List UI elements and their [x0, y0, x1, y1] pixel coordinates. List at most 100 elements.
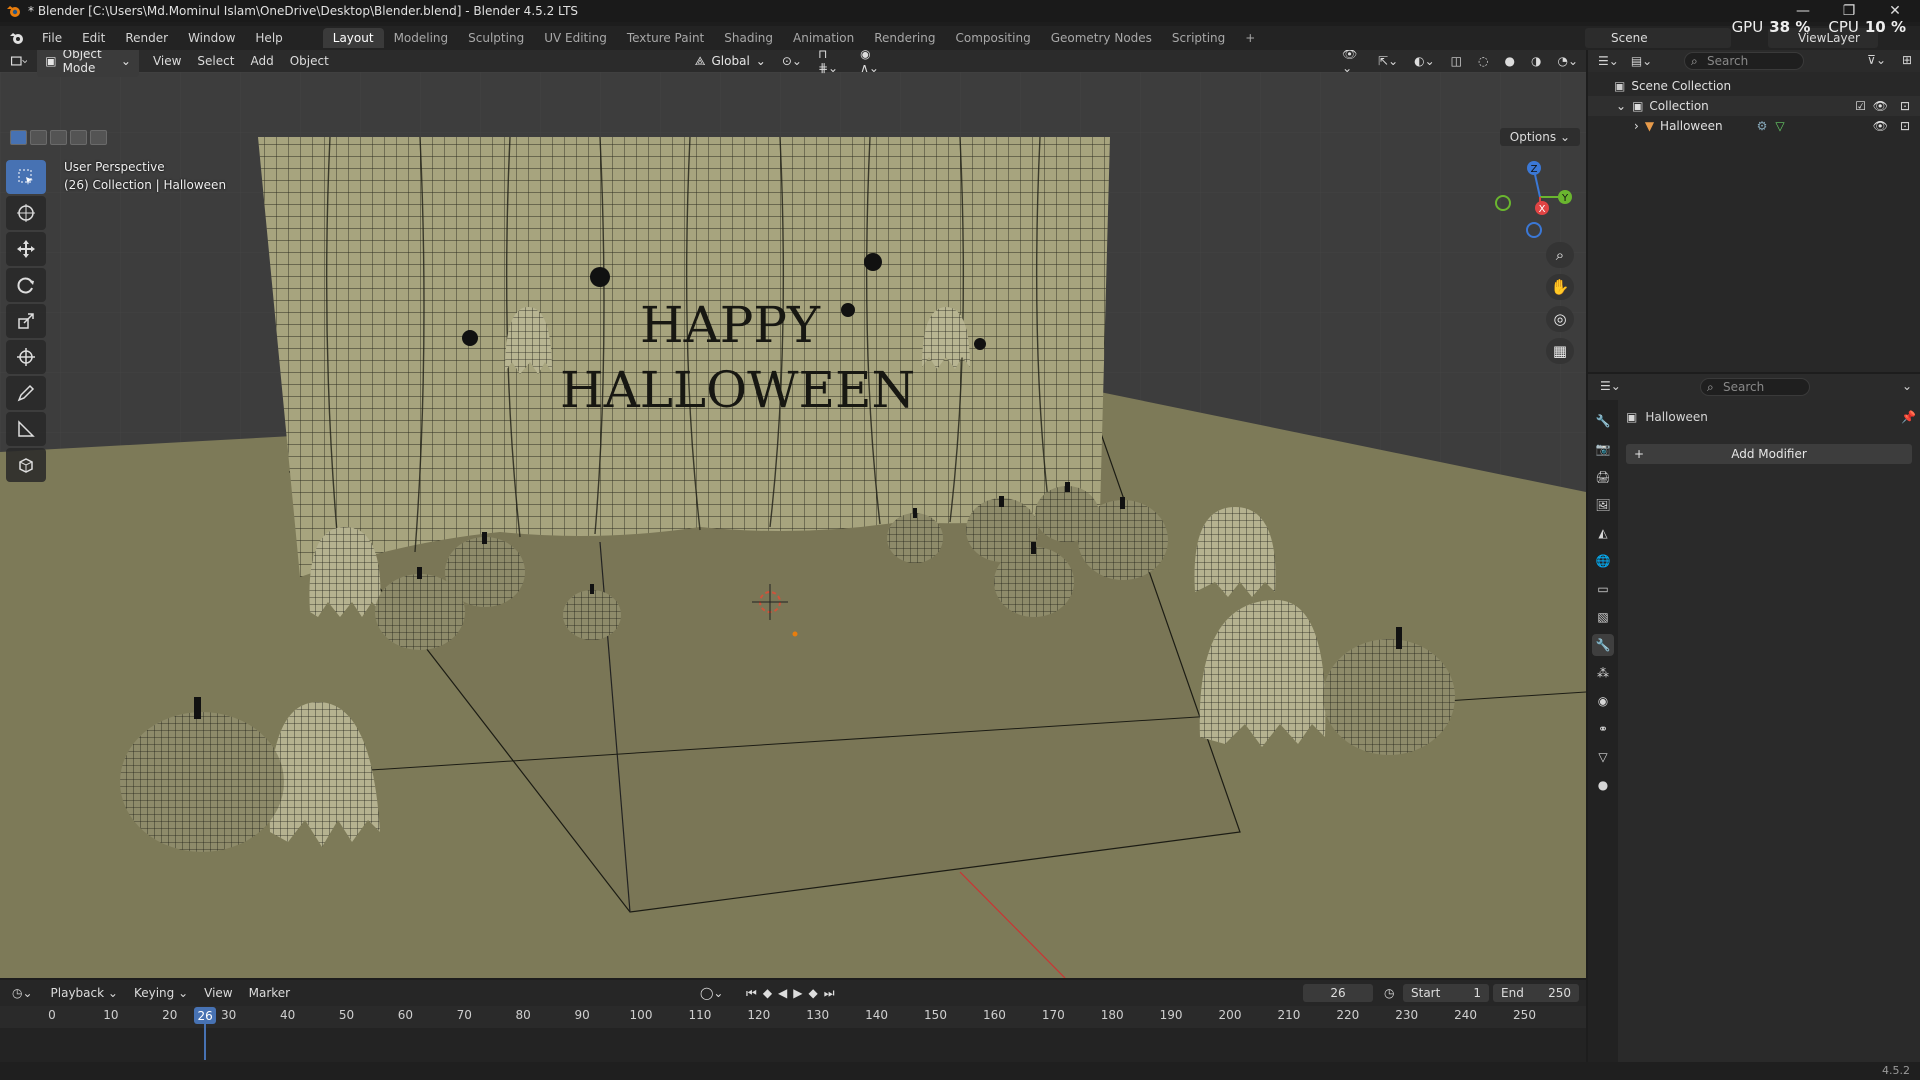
- timeline-editor-type-icon[interactable]: ◷⌄: [12, 986, 33, 1000]
- data-tab-icon[interactable]: ▽: [1592, 746, 1614, 768]
- editor-type-icon[interactable]: [10, 53, 28, 69]
- menu-keying[interactable]: Keying ⌄: [126, 986, 196, 1000]
- tab-sculpting[interactable]: Sculpting: [458, 28, 534, 48]
- preview-range-icon[interactable]: ◷: [1384, 986, 1394, 1000]
- mesh-data-icon[interactable]: ▽: [1775, 119, 1784, 133]
- cursor-tool[interactable]: [6, 196, 46, 230]
- particles-tab-icon[interactable]: ⁂: [1592, 662, 1614, 684]
- tab-modeling[interactable]: Modeling: [384, 28, 459, 48]
- overlay-toggle-icon[interactable]: ◐⌄: [1406, 54, 1443, 68]
- select-invert-icon[interactable]: [70, 130, 87, 145]
- pan-hand-icon[interactable]: ✋: [1546, 274, 1574, 300]
- camera-render-icon[interactable]: ⊡: [1900, 119, 1910, 133]
- gizmo-toggle-icon[interactable]: ⇱⌄: [1370, 54, 1406, 68]
- shading-material-icon[interactable]: ◑: [1523, 54, 1549, 68]
- proportional-editing-icon[interactable]: ◉ ∧⌄: [852, 50, 894, 75]
- tab-scripting[interactable]: Scripting: [1162, 28, 1235, 48]
- next-keyframe-icon[interactable]: ◆: [809, 986, 824, 1000]
- timeline-track[interactable]: [0, 1028, 1586, 1062]
- tab-texture-paint[interactable]: Texture Paint: [617, 28, 714, 48]
- move-tool[interactable]: [6, 232, 46, 266]
- tab-rendering[interactable]: Rendering: [864, 28, 945, 48]
- play-icon[interactable]: ▶: [793, 986, 808, 1000]
- tab-uv-editing[interactable]: UV Editing: [534, 28, 617, 48]
- world-tab-icon[interactable]: 🌐: [1592, 550, 1614, 572]
- menu-view[interactable]: View: [145, 54, 189, 68]
- eye-icon[interactable]: 👁: [1873, 119, 1888, 133]
- exclude-checkbox[interactable]: ☑: [1855, 99, 1866, 113]
- tab-shading[interactable]: Shading: [714, 28, 783, 48]
- select-box-tool[interactable]: [6, 160, 46, 194]
- pivot-point-icon[interactable]: ⊙⌄: [774, 54, 810, 68]
- add-cube-tool[interactable]: [6, 448, 46, 482]
- filter-icon[interactable]: ⊽⌄: [1867, 53, 1886, 67]
- current-frame-field[interactable]: 26: [1303, 984, 1373, 1002]
- menu-window[interactable]: Window: [178, 31, 245, 45]
- menu-object[interactable]: Object: [282, 54, 337, 68]
- select-new-icon[interactable]: [10, 130, 27, 145]
- expand-chevron-down-icon[interactable]: ⌄: [1616, 99, 1626, 113]
- jump-end-icon[interactable]: ⏭: [824, 986, 841, 1000]
- options-dropdown[interactable]: Options ⌄: [1499, 128, 1580, 146]
- tab-compositing[interactable]: Compositing: [945, 28, 1040, 48]
- properties-editor-type-icon[interactable]: ☰⌄: [1600, 379, 1621, 393]
- tool-tab-icon[interactable]: 🔧: [1592, 410, 1614, 432]
- auto-keying-icon[interactable]: ◯⌄: [700, 986, 723, 1000]
- add-workspace-button[interactable]: +: [1235, 28, 1265, 48]
- outliner-editor-type-icon[interactable]: ☰⌄: [1598, 54, 1619, 68]
- select-intersect-icon[interactable]: [90, 130, 107, 145]
- viewport-scene[interactable]: HAPPY HALLOWEEN Z Y X: [0, 72, 1586, 978]
- collection-tab-icon[interactable]: ▭: [1592, 578, 1614, 600]
- xray-toggle-icon[interactable]: ◫: [1443, 54, 1470, 68]
- menu-select[interactable]: Select: [189, 54, 242, 68]
- outliner-row-scene-collection[interactable]: ▣ Scene Collection: [1588, 76, 1920, 96]
- view-layer-tab-icon[interactable]: 🖼: [1592, 494, 1614, 516]
- blender-menu-icon[interactable]: [8, 30, 26, 46]
- eye-icon[interactable]: 👁: [1873, 99, 1888, 113]
- end-frame-field[interactable]: End 250: [1493, 984, 1579, 1002]
- object-tab-icon[interactable]: ▧: [1592, 606, 1614, 628]
- properties-search-input[interactable]: ⌕ Search: [1700, 378, 1810, 396]
- shading-rendered-icon[interactable]: ◔⌄: [1549, 54, 1586, 68]
- add-modifier-button[interactable]: + Add Modifier: [1626, 444, 1912, 464]
- tab-animation[interactable]: Animation: [783, 28, 864, 48]
- constraints-tab-icon[interactable]: ⚭: [1592, 718, 1614, 740]
- display-mode-icon[interactable]: ▤⌄: [1631, 54, 1652, 68]
- rotate-tool[interactable]: [6, 268, 46, 302]
- visibility-icon[interactable]: 👁⌄: [1334, 50, 1370, 75]
- menu-view[interactable]: View: [196, 986, 240, 1000]
- menu-playback[interactable]: Playback ⌄: [43, 986, 126, 1000]
- menu-file[interactable]: File: [32, 31, 72, 45]
- output-tab-icon[interactable]: 🖨: [1592, 466, 1614, 488]
- new-collection-icon[interactable]: ⊞: [1902, 53, 1912, 67]
- modifier-tab-icon[interactable]: 🔧: [1592, 634, 1614, 656]
- scene-selector[interactable]: Scene: [1585, 28, 1731, 48]
- camera-view-icon[interactable]: ◎: [1546, 306, 1574, 332]
- 3d-viewport[interactable]: ▣ Object Mode ⌄ View Select Add Object ⟁…: [0, 50, 1586, 978]
- current-frame-indicator[interactable]: 26: [194, 1007, 217, 1024]
- menu-edit[interactable]: Edit: [72, 31, 115, 45]
- tab-geometry-nodes[interactable]: Geometry Nodes: [1041, 28, 1162, 48]
- prev-keyframe-icon[interactable]: ◆: [763, 986, 778, 1000]
- chevron-down-icon[interactable]: ⌄: [1902, 379, 1912, 393]
- menu-render[interactable]: Render: [115, 31, 178, 45]
- ortho-grid-icon[interactable]: ▦: [1546, 338, 1574, 364]
- select-subtract-icon[interactable]: [50, 130, 67, 145]
- expand-chevron-right-icon[interactable]: ›: [1634, 119, 1639, 133]
- transform-tool[interactable]: [6, 340, 46, 374]
- outliner-row-halloween[interactable]: › ▼ Halloween ⚙ ▽ 👁 ⊡: [1588, 116, 1920, 136]
- menu-add[interactable]: Add: [242, 54, 281, 68]
- render-tab-icon[interactable]: 📷: [1592, 438, 1614, 460]
- select-extend-icon[interactable]: [30, 130, 47, 145]
- orientation-dropdown[interactable]: ⟁ Global ⌄: [687, 52, 774, 71]
- zoom-icon[interactable]: ⌕: [1546, 242, 1574, 268]
- play-reverse-icon[interactable]: ◀: [778, 986, 793, 1000]
- jump-start-icon[interactable]: ⏮: [746, 986, 763, 1000]
- menu-help[interactable]: Help: [245, 31, 292, 45]
- mode-dropdown[interactable]: ▣ Object Mode ⌄: [37, 50, 139, 77]
- tab-layout[interactable]: Layout: [322, 28, 384, 48]
- outliner-search-input[interactable]: ⌕ Search: [1684, 52, 1804, 70]
- camera-render-icon[interactable]: ⊡: [1900, 99, 1910, 113]
- measure-tool[interactable]: [6, 412, 46, 446]
- scene-tab-icon[interactable]: ◭: [1592, 522, 1614, 544]
